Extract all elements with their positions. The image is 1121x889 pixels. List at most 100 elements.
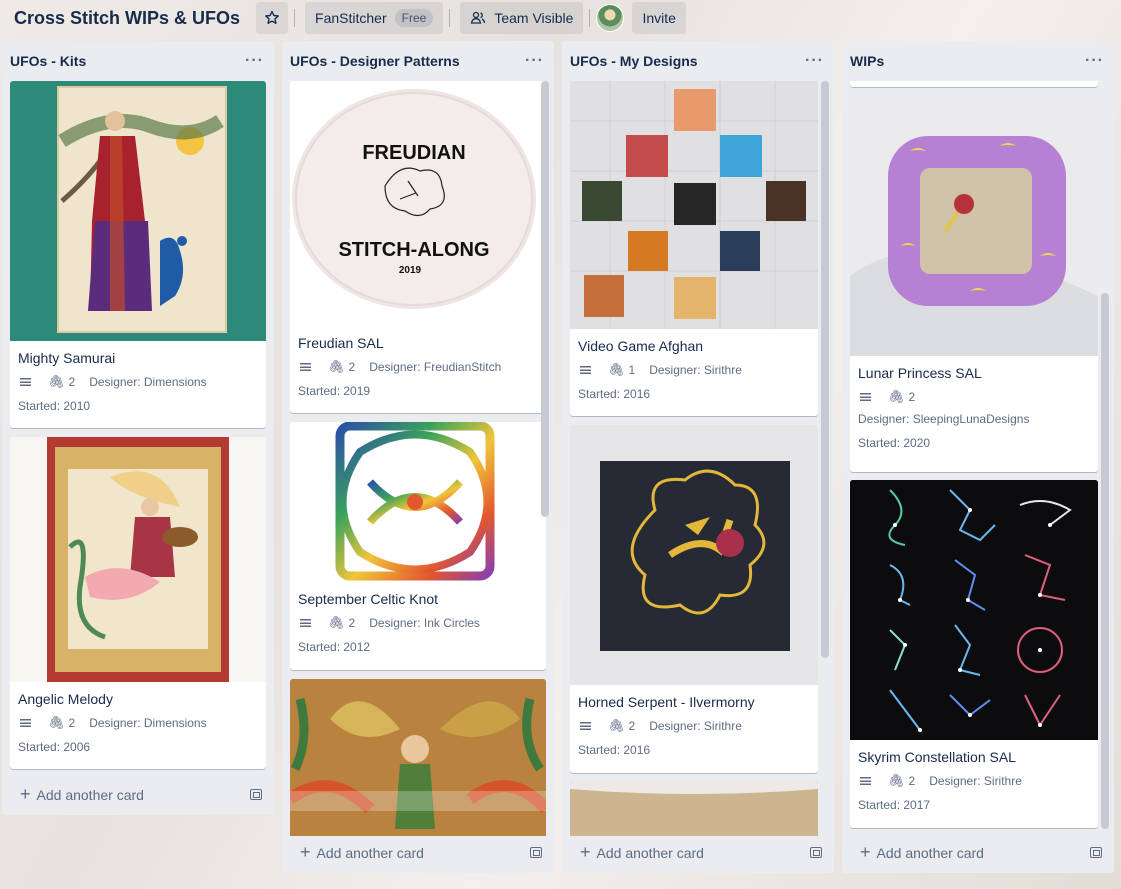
card-video-game-afghan[interactable]: Video Game Afghan 🖇 1 Designer: Sirithre… [570, 81, 818, 416]
list-scrollbar[interactable] [541, 81, 549, 517]
list-ufos-designer-patterns: UFOs - Designer Patterns ··· FREUDIAN ST… [282, 41, 554, 873]
paperclip-icon: 🖇 [608, 362, 625, 377]
star-icon [265, 10, 279, 24]
workspace-name: FanStitcher [315, 10, 387, 26]
card-container: Mighty Samurai 🖇 2 Designer: Dimensions … [10, 81, 266, 771]
list-header: WIPs ··· [842, 41, 1114, 81]
card-badges: 🖇 2 Designer: Sirithre [850, 766, 1098, 788]
card-cover-image: FREUDIAN STITCH-ALONG 2019 [290, 81, 546, 326]
card-lunar-princess[interactable]: Lunar Princess SAL 🖇 2 Designer: Sleepin… [850, 96, 1098, 472]
started-label: Started: 2006 [18, 740, 91, 754]
paperclip-icon: 🖇 [328, 359, 345, 374]
started-label: Started: 2016 [578, 387, 651, 401]
description-icon [578, 363, 594, 377]
plus-icon: + [300, 841, 311, 862]
designer-label: Designer: Sirithre [649, 363, 742, 377]
visibility-button[interactable]: Team Visible [460, 2, 584, 34]
list-title[interactable]: UFOs - Kits [10, 53, 86, 69]
star-board-button[interactable] [256, 2, 289, 34]
card-container: Lunar Princess SAL 🖇 2 Designer: Sleepin… [850, 81, 1106, 836]
card-horned-serpent[interactable]: Horned Serpent - Ilvermorny 🖇 2 Designer… [570, 425, 818, 773]
list-scrollbar[interactable] [821, 81, 829, 658]
visibility-label: Team Visible [494, 10, 574, 26]
started-label: Started: 2016 [578, 743, 651, 757]
list-header: UFOs - Designer Patterns ··· [282, 41, 554, 81]
add-card-button[interactable]: + Add another card [570, 838, 826, 866]
card-badges: 🖇 2 Designer: FreudianStitch [290, 352, 546, 374]
card-cover-image [290, 422, 546, 582]
designer-label: Designer: Ink Circles [369, 616, 480, 630]
attachment-count: 2 [68, 716, 76, 730]
paperclip-icon: 🖇 [888, 773, 905, 788]
designer-label: Designer: Dimensions [89, 375, 207, 389]
card-september-celtic-knot[interactable]: September Celtic Knot 🖇 2 Designer: Ink … [290, 422, 546, 670]
card-fairy[interactable] [290, 679, 546, 836]
started-label: Started: 2020 [858, 436, 931, 450]
attachment-count: 2 [348, 360, 356, 374]
list-wips: WIPs ··· Lunar Princess SAL 🖇 2 Designer… [842, 41, 1114, 873]
team-icon [471, 11, 486, 24]
card-mighty-samurai[interactable]: Mighty Samurai 🖇 2 Designer: Dimensions … [10, 81, 266, 428]
card-template-icon[interactable] [530, 846, 542, 858]
card-cover-image [850, 96, 1098, 356]
card-cover-image [10, 437, 266, 682]
workspace-button[interactable]: FanStitcher Free [305, 2, 444, 34]
card-burlap-partial[interactable] [570, 781, 818, 836]
add-card-button[interactable]: + Add another card [290, 838, 546, 866]
card-template-icon[interactable] [250, 788, 262, 800]
description-icon [578, 719, 594, 733]
card-previous-partial[interactable] [850, 81, 1098, 87]
card-cover-image [570, 425, 818, 685]
cover-text-year: 2019 [399, 265, 422, 276]
card-angelic-melody[interactable]: Angelic Melody 🖇 2 Designer: Dimensions … [10, 437, 266, 769]
designer-label: Designer: Dimensions [89, 716, 207, 730]
card-title: Video Game Afghan [578, 338, 704, 354]
started-label: Started: 2010 [18, 399, 91, 413]
card-cover-image [850, 480, 1098, 740]
description-icon [858, 390, 874, 404]
paperclip-icon: 🖇 [328, 615, 345, 630]
card-title: September Celtic Knot [298, 591, 439, 607]
list-ufos-my-designs: UFOs - My Designs ··· Video Game Afghan … [562, 41, 834, 873]
invite-button[interactable]: Invite [632, 2, 686, 34]
add-card-button[interactable]: + Add another card [850, 838, 1106, 866]
list-title[interactable]: UFOs - Designer Patterns [290, 53, 460, 69]
list-header: UFOs - Kits ··· [2, 41, 274, 81]
description-icon [858, 774, 874, 788]
card-title: Mighty Samurai [18, 350, 116, 366]
list-title[interactable]: UFOs - My Designs [570, 53, 698, 69]
list-menu-icon[interactable]: ··· [525, 52, 544, 70]
list-menu-icon[interactable]: ··· [1085, 52, 1104, 70]
started-label: Started: 2017 [858, 798, 931, 812]
card-template-icon[interactable] [810, 846, 822, 858]
board-title[interactable]: Cross Stitch WIPs & UFOs [8, 2, 246, 34]
card-template-icon[interactable] [1090, 846, 1102, 858]
list-title[interactable]: WIPs [850, 53, 884, 69]
card-freudian-sal[interactable]: FREUDIAN STITCH-ALONG 2019 Freudian SAL … [290, 81, 546, 413]
paperclip-icon: 🖇 [48, 715, 65, 730]
card-badges: 🖇 2 Designer: SleepingLunaDesigns [850, 382, 1098, 427]
list-menu-icon[interactable]: ··· [245, 52, 264, 70]
card-title: Horned Serpent - Ilvermorny [578, 694, 755, 710]
card-cover-image [570, 781, 818, 836]
started-label: Started: 2012 [298, 640, 371, 654]
add-card-label: Add another card [876, 844, 984, 861]
card-skyrim-constellation[interactable]: Skyrim Constellation SAL 🖇 2 Designer: S… [850, 480, 1098, 828]
description-icon [298, 616, 314, 630]
designer-label: Designer: Sirithre [649, 719, 742, 733]
designer-label: Designer: Sirithre [929, 774, 1022, 788]
attachment-count: 2 [348, 616, 356, 630]
card-cover-image [570, 81, 818, 329]
header-divider [589, 9, 591, 27]
list-ufos-kits: UFOs - Kits ··· Mighty Samurai 🖇 2 Desig… [2, 41, 274, 815]
plus-icon: + [580, 841, 591, 862]
paperclip-icon: 🖇 [888, 389, 905, 404]
member-avatar[interactable] [596, 4, 625, 32]
list-menu-icon[interactable]: ··· [805, 52, 824, 70]
card-title: Skyrim Constellation SAL [858, 749, 1016, 765]
attachment-count: 2 [68, 375, 76, 389]
add-card-button[interactable]: + Add another card [10, 780, 266, 808]
card-title: Lunar Princess SAL [858, 365, 982, 381]
list-scrollbar[interactable] [1101, 293, 1109, 829]
board-header: Cross Stitch WIPs & UFOs FanStitcher Fre… [0, 0, 1121, 36]
